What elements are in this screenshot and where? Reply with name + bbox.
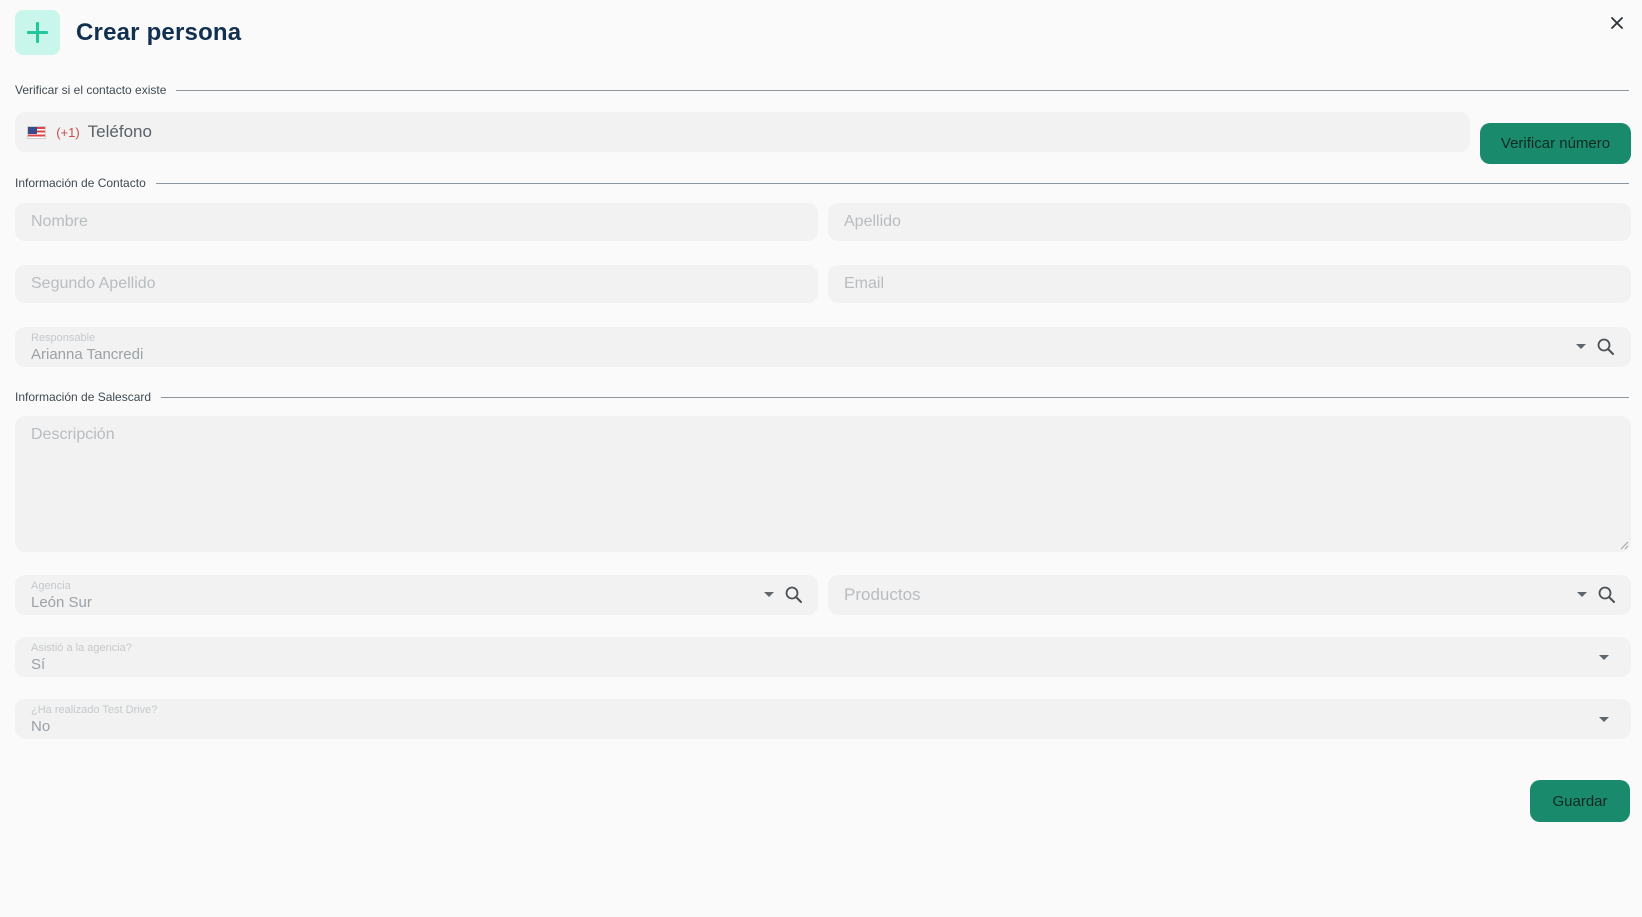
phone-input[interactable] bbox=[79, 112, 1470, 152]
divider bbox=[161, 396, 1629, 398]
test-drive-label: ¿Ha realizado Test Drive? bbox=[31, 704, 158, 716]
asistio-label: Asistió a la agencia? bbox=[31, 642, 132, 654]
responsable-label: Responsable bbox=[31, 332, 96, 344]
apellido-field[interactable] bbox=[828, 203, 1631, 241]
close-button[interactable] bbox=[1606, 12, 1628, 34]
close-icon bbox=[1611, 17, 1623, 29]
nombre-field[interactable] bbox=[15, 203, 818, 241]
chevron-down-icon[interactable] bbox=[1599, 655, 1609, 660]
email-input[interactable] bbox=[828, 265, 1631, 303]
productos-select[interactable]: Productos bbox=[828, 575, 1631, 615]
section-salescard: Información de Salescard bbox=[15, 390, 1629, 404]
save-button[interactable]: Guardar bbox=[1530, 780, 1630, 822]
nombre-input[interactable] bbox=[15, 203, 818, 241]
test-drive-select[interactable]: ¿Ha realizado Test Drive? No bbox=[15, 699, 1631, 739]
search-icon[interactable] bbox=[784, 585, 804, 605]
chevron-down-icon[interactable] bbox=[1576, 344, 1586, 349]
segundo-apellido-field[interactable] bbox=[15, 265, 818, 303]
agencia-value: León Sur bbox=[31, 594, 92, 611]
descripcion-textarea[interactable] bbox=[15, 416, 1631, 552]
verify-number-button[interactable]: Verificar número bbox=[1480, 123, 1631, 164]
phone-field[interactable]: (+1) bbox=[15, 112, 1470, 152]
asistio-value: Sí bbox=[31, 656, 46, 673]
agencia-label: Agencia bbox=[31, 580, 71, 592]
chevron-down-icon[interactable] bbox=[764, 592, 774, 597]
section-contact-label: Información de Contacto bbox=[15, 176, 146, 190]
section-salescard-label: Información de Salescard bbox=[15, 390, 152, 404]
create-person-dialog: Crear persona Verificar si el contacto e… bbox=[0, 0, 1642, 917]
responsable-select[interactable]: Responsable Arianna Tancredi bbox=[15, 327, 1631, 367]
dialog-title: Crear persona bbox=[76, 18, 242, 46]
divider bbox=[176, 89, 1629, 91]
resize-handle-icon[interactable] bbox=[1620, 541, 1629, 550]
section-contact: Información de Contacto bbox=[15, 176, 1629, 190]
email-field[interactable] bbox=[828, 265, 1631, 303]
chevron-down-icon[interactable] bbox=[1599, 717, 1609, 722]
test-drive-value: No bbox=[31, 718, 51, 735]
section-verify: Verificar si el contacto existe bbox=[15, 83, 1629, 97]
segundo-apellido-input[interactable] bbox=[15, 265, 818, 303]
agencia-select[interactable]: Agencia León Sur bbox=[15, 575, 818, 615]
section-verify-label: Verificar si el contacto existe bbox=[15, 83, 167, 97]
apellido-input[interactable] bbox=[828, 203, 1631, 241]
dial-code[interactable]: (+1) bbox=[56, 125, 79, 140]
productos-placeholder: Productos bbox=[844, 585, 921, 604]
dialog-header: Crear persona bbox=[15, 10, 241, 55]
search-icon[interactable] bbox=[1597, 585, 1617, 605]
responsable-value: Arianna Tancredi bbox=[31, 346, 144, 363]
chevron-down-icon[interactable] bbox=[1577, 592, 1587, 597]
divider bbox=[155, 182, 1629, 184]
asistio-agencia-select[interactable]: Asistió a la agencia? Sí bbox=[15, 637, 1631, 677]
us-flag-icon[interactable] bbox=[27, 125, 47, 139]
plus-icon bbox=[15, 10, 60, 55]
descripcion-field[interactable] bbox=[15, 416, 1631, 552]
search-icon[interactable] bbox=[1596, 337, 1616, 357]
